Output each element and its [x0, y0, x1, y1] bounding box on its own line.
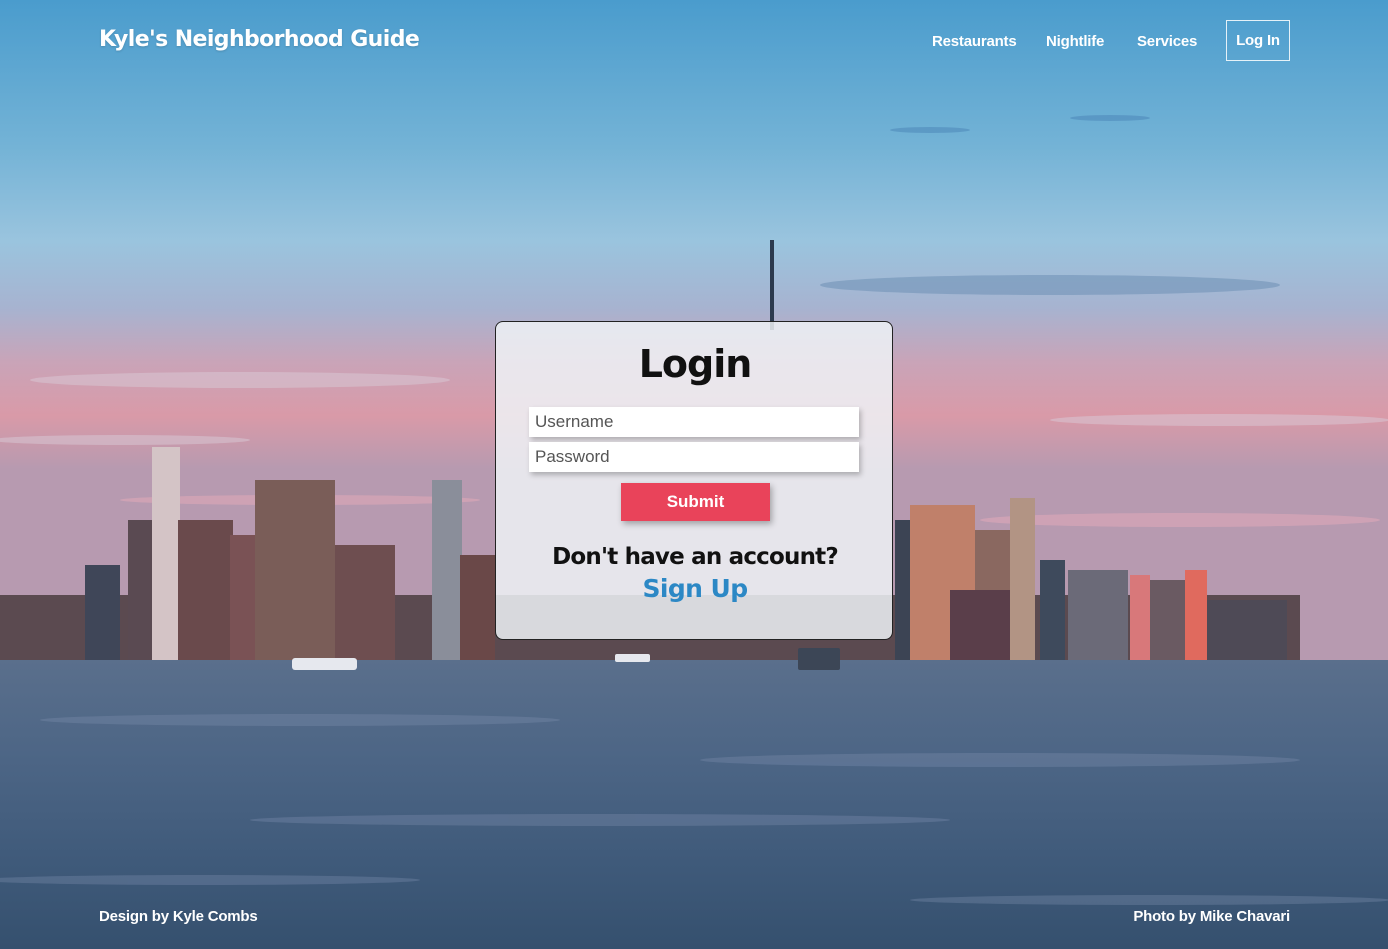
nav-link-services[interactable]: Services: [1137, 33, 1197, 50]
design-credit: Design by Kyle Combs: [99, 908, 258, 925]
nav-link-restaurants[interactable]: Restaurants: [932, 33, 1017, 50]
password-input[interactable]: [529, 442, 859, 472]
signup-link[interactable]: Sign Up: [496, 574, 894, 603]
nav-link-nightlife[interactable]: Nightlife: [1046, 33, 1104, 50]
username-input[interactable]: [529, 407, 859, 437]
site-brand-title[interactable]: Kyle's Neighborhood Guide: [99, 27, 420, 52]
top-navbar: Kyle's Neighborhood Guide Restaurants Ni…: [0, 0, 1388, 82]
signup-prompt-text: Don't have an account?: [552, 544, 839, 570]
submit-button[interactable]: Submit: [621, 483, 770, 521]
nav-login-button[interactable]: Log In: [1226, 20, 1290, 61]
login-title: Login: [638, 342, 753, 386]
photo-credit: Photo by Mike Chavari: [1133, 908, 1290, 925]
login-card: Login Submit Don't have an account? Sign…: [495, 321, 893, 640]
